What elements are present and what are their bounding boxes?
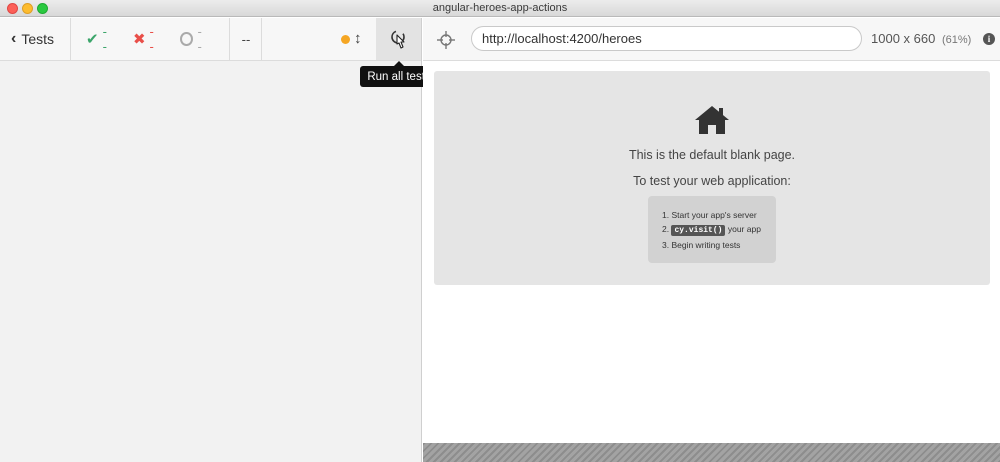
passed-count: --	[102, 24, 107, 54]
blank-page-instruction: To test your web application:	[633, 174, 791, 188]
reporter-header: ‹ Tests ✔ -- ✖ -- -- -- ↕	[0, 18, 421, 61]
crosshair-icon	[437, 31, 455, 49]
duration: --	[231, 18, 262, 60]
pending-count: --	[197, 24, 202, 54]
run-all-icon	[390, 30, 405, 49]
window-title: angular-heroes-app-actions	[432, 2, 568, 14]
info-icon[interactable]: i	[983, 33, 995, 45]
list-item: 1. Start your app's server	[662, 210, 757, 220]
aut-header: 1000 x 660 (61%) i	[423, 18, 1000, 61]
url-input[interactable]	[471, 26, 862, 51]
steps-box: 1. Start your app's server 2. cy.visit()…	[648, 196, 776, 263]
tests-label: Tests	[21, 31, 55, 47]
step-2-text: your app	[727, 224, 761, 234]
list-item: 3. Begin writing tests	[662, 240, 741, 250]
home-icon	[695, 106, 729, 134]
blank-page-message: This is the default blank page.	[628, 148, 796, 162]
viewport-size: 1000 x 660	[871, 31, 936, 46]
step-2-code: cy.visit()	[671, 225, 726, 236]
window-titlebar: angular-heroes-app-actions	[0, 0, 1000, 17]
app-under-test-pane: 1000 x 660 (61%) i This is the default b…	[423, 18, 1000, 462]
viewport-bottom-edge	[423, 443, 1000, 462]
list-item: 2. cy.visit() your app	[662, 224, 761, 236]
step-1-text: Start your app's server	[671, 210, 757, 220]
selector-playground-button[interactable]	[435, 29, 457, 51]
running-indicator	[341, 35, 350, 44]
viewport-info: 1000 x 660 (61%)	[871, 31, 971, 46]
failed-stat: ✖ --	[133, 24, 156, 54]
viewport-scale: (61%)	[941, 34, 972, 46]
tests-button[interactable]: ‹ Tests	[0, 18, 71, 60]
check-icon: ✔	[86, 30, 99, 48]
cross-icon: ✖	[132, 30, 146, 48]
chevron-left-icon: ‹	[11, 30, 17, 47]
resize-icon[interactable]: ↕	[354, 30, 362, 47]
step-3-text: Begin writing tests	[671, 240, 741, 250]
reporter-pane: ‹ Tests ✔ -- ✖ -- -- -- ↕	[0, 18, 422, 462]
pending-stat: --	[179, 24, 205, 54]
run-all-button[interactable]	[376, 18, 421, 60]
failed-count: --	[149, 24, 154, 54]
blank-page-frame: This is the default blank page. To test …	[434, 71, 990, 285]
test-stats: ✔ -- ✖ -- --	[72, 18, 230, 60]
passed-stat: ✔ --	[86, 24, 109, 54]
circle-icon	[179, 32, 193, 46]
